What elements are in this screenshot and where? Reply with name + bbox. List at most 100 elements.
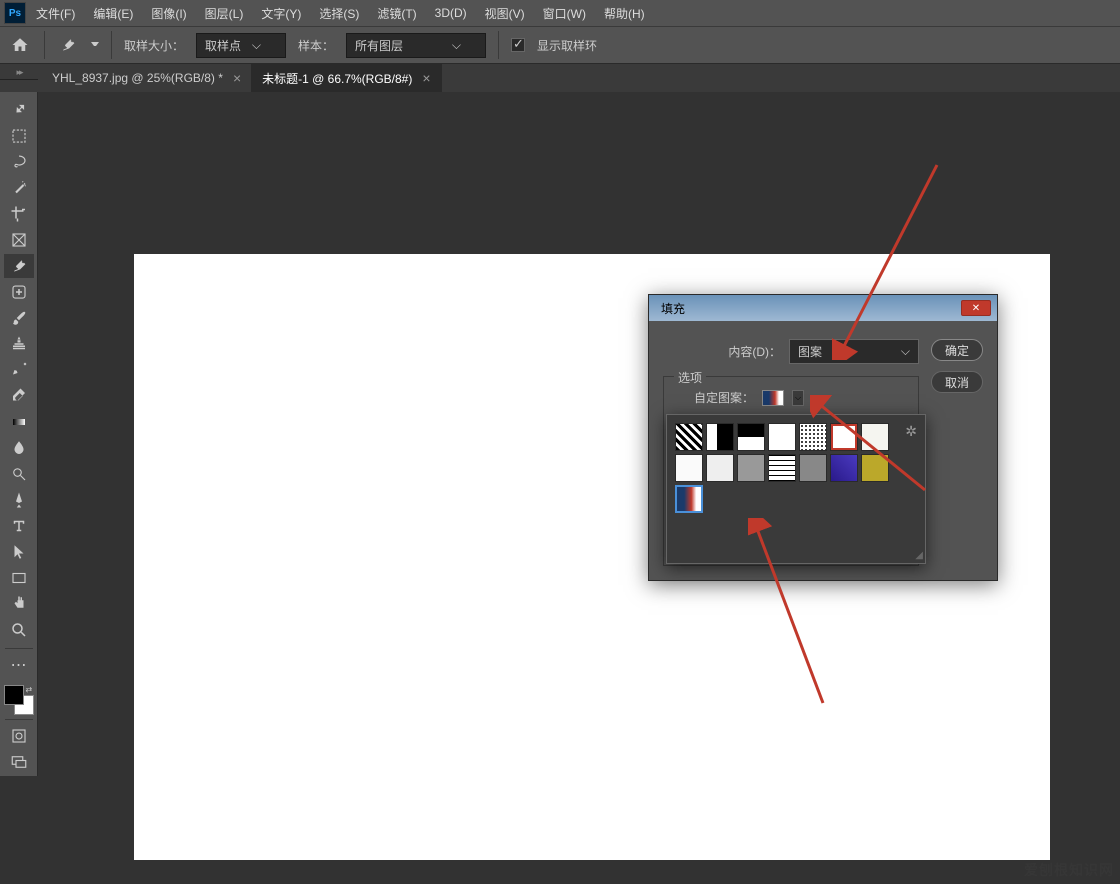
toolbar-divider: [5, 719, 33, 720]
pattern-swatch[interactable]: [861, 454, 889, 482]
menu-type[interactable]: 文字(Y): [253, 1, 309, 26]
pattern-swatch[interactable]: [675, 485, 703, 513]
pattern-preview-swatch[interactable]: [762, 390, 784, 406]
blur-tool[interactable]: [4, 436, 34, 460]
pattern-swatch[interactable]: [737, 454, 765, 482]
show-sampling-ring-checkbox[interactable]: [511, 38, 525, 52]
content-label: 内容(D)：: [728, 343, 781, 360]
pattern-swatch[interactable]: [768, 454, 796, 482]
magic-wand-tool[interactable]: [4, 176, 34, 200]
show-sampling-ring-label: 显示取样环: [537, 37, 597, 54]
watermark-text: 爱刨根知识网: [1024, 860, 1114, 880]
pattern-swatch[interactable]: [799, 423, 827, 451]
cancel-button[interactable]: 取消: [931, 371, 983, 393]
sample-layers-select[interactable]: 所有图层 ⌵: [346, 33, 486, 58]
panel-expand-handle[interactable]: [0, 66, 38, 80]
options-bar: 取样大小： 取样点 ⌵ 样本： 所有图层 ⌵ 显示取样环: [0, 26, 1120, 64]
tab-close-icon[interactable]: ×: [233, 70, 241, 86]
dialog-title: 填充: [661, 300, 685, 317]
tab-label: YHL_8937.jpg @ 25%(RGB/8) *: [52, 71, 223, 85]
lasso-tool[interactable]: [4, 150, 34, 174]
menu-select[interactable]: 选择(S): [311, 1, 367, 26]
content-select[interactable]: 图案 ⌵: [789, 339, 919, 364]
menu-layer[interactable]: 图层(L): [197, 1, 252, 26]
gradient-tool[interactable]: [4, 410, 34, 434]
pattern-swatch[interactable]: [861, 423, 889, 451]
color-swatches[interactable]: ⇄: [4, 685, 34, 715]
pattern-settings-gear-icon[interactable]: ✲: [905, 423, 917, 555]
zoom-tool[interactable]: [4, 618, 34, 642]
pen-tool[interactable]: [4, 488, 34, 512]
dialog-close-button[interactable]: ✕: [961, 300, 991, 316]
rectangle-tool[interactable]: [4, 566, 34, 590]
pattern-swatch[interactable]: [706, 454, 734, 482]
path-selection-tool[interactable]: [4, 540, 34, 564]
pattern-swatch[interactable]: [830, 454, 858, 482]
chevron-down-icon: ⌵: [252, 38, 261, 53]
menu-file[interactable]: 文件(F): [28, 1, 83, 26]
history-brush-tool[interactable]: [4, 358, 34, 382]
menu-help[interactable]: 帮助(H): [596, 1, 653, 26]
edit-toolbar-icon[interactable]: ⋯: [4, 653, 34, 677]
move-tool[interactable]: [4, 98, 34, 122]
pattern-swatch[interactable]: [675, 454, 703, 482]
hand-tool[interactable]: [4, 592, 34, 616]
foreground-color-swatch[interactable]: [4, 685, 24, 705]
sample-size-select[interactable]: 取样点 ⌵: [196, 33, 286, 58]
pattern-dropdown-button[interactable]: ⌵: [792, 390, 804, 406]
options-divider: [498, 31, 499, 59]
type-tool[interactable]: [4, 514, 34, 538]
menu-window[interactable]: 窗口(W): [535, 1, 594, 26]
resize-handle-icon[interactable]: ◢: [915, 550, 923, 561]
pattern-grid: [675, 423, 891, 555]
pattern-swatch[interactable]: [768, 423, 796, 451]
healing-brush-tool[interactable]: [4, 280, 34, 304]
pattern-swatch[interactable]: [830, 423, 858, 451]
ps-logo-icon: Ps: [4, 2, 26, 24]
tool-preset-dropdown-icon[interactable]: [91, 42, 99, 48]
screen-mode-tool[interactable]: [4, 750, 34, 774]
eyedropper-tool-preset-icon[interactable]: [57, 34, 79, 56]
tool-sidebar: ⋯ ⇄: [0, 92, 38, 776]
sample-layers-label: 样本：: [298, 37, 334, 54]
custom-pattern-label: 自定图案：: [694, 389, 754, 406]
crop-tool[interactable]: [4, 202, 34, 226]
menu-filter[interactable]: 滤镜(T): [369, 1, 424, 26]
document-tabbar: YHL_8937.jpg @ 25%(RGB/8) * × 未标题-1 @ 66…: [0, 64, 1120, 92]
pattern-swatch[interactable]: [737, 423, 765, 451]
dialog-titlebar[interactable]: 填充 ✕: [649, 295, 997, 321]
pattern-swatch[interactable]: [799, 454, 827, 482]
menu-3d[interactable]: 3D(D): [427, 2, 475, 24]
swap-colors-icon[interactable]: ⇄: [26, 685, 34, 693]
brush-tool[interactable]: [4, 306, 34, 330]
chevron-down-icon: ⌵: [795, 393, 801, 403]
pattern-swatch[interactable]: [706, 423, 734, 451]
menu-edit[interactable]: 编辑(E): [85, 1, 141, 26]
home-icon[interactable]: [8, 33, 32, 57]
marquee-tool[interactable]: [4, 124, 34, 148]
toolbar-divider: [5, 648, 33, 649]
menu-image[interactable]: 图像(I): [143, 1, 194, 26]
sample-size-label: 取样大小：: [124, 37, 184, 54]
menu-view[interactable]: 视图(V): [477, 1, 533, 26]
dodge-tool[interactable]: [4, 462, 34, 486]
quick-mask-tool[interactable]: [4, 724, 34, 748]
frame-tool[interactable]: [4, 228, 34, 252]
menubar: Ps 文件(F) 编辑(E) 图像(I) 图层(L) 文字(Y) 选择(S) 滤…: [0, 0, 1120, 26]
eyedropper-tool[interactable]: [4, 254, 34, 278]
document-tab[interactable]: YHL_8937.jpg @ 25%(RGB/8) * ×: [42, 64, 252, 92]
sample-size-value: 取样点: [205, 37, 241, 54]
content-value: 图案: [798, 343, 822, 360]
chevron-down-icon: ⌵: [452, 38, 461, 53]
document-tab[interactable]: 未标题-1 @ 66.7%(RGB/8#) ×: [252, 64, 441, 92]
options-divider: [111, 31, 112, 59]
chevron-down-icon: ⌵: [901, 344, 910, 359]
pattern-swatch[interactable]: [675, 423, 703, 451]
tab-label: 未标题-1 @ 66.7%(RGB/8#): [262, 70, 412, 87]
tab-close-icon[interactable]: ×: [422, 70, 430, 86]
pattern-picker-popup: ✲ ◢: [666, 414, 926, 564]
options-divider: [44, 31, 45, 59]
clone-stamp-tool[interactable]: [4, 332, 34, 356]
ok-button[interactable]: 确定: [931, 339, 983, 361]
eraser-tool[interactable]: [4, 384, 34, 408]
